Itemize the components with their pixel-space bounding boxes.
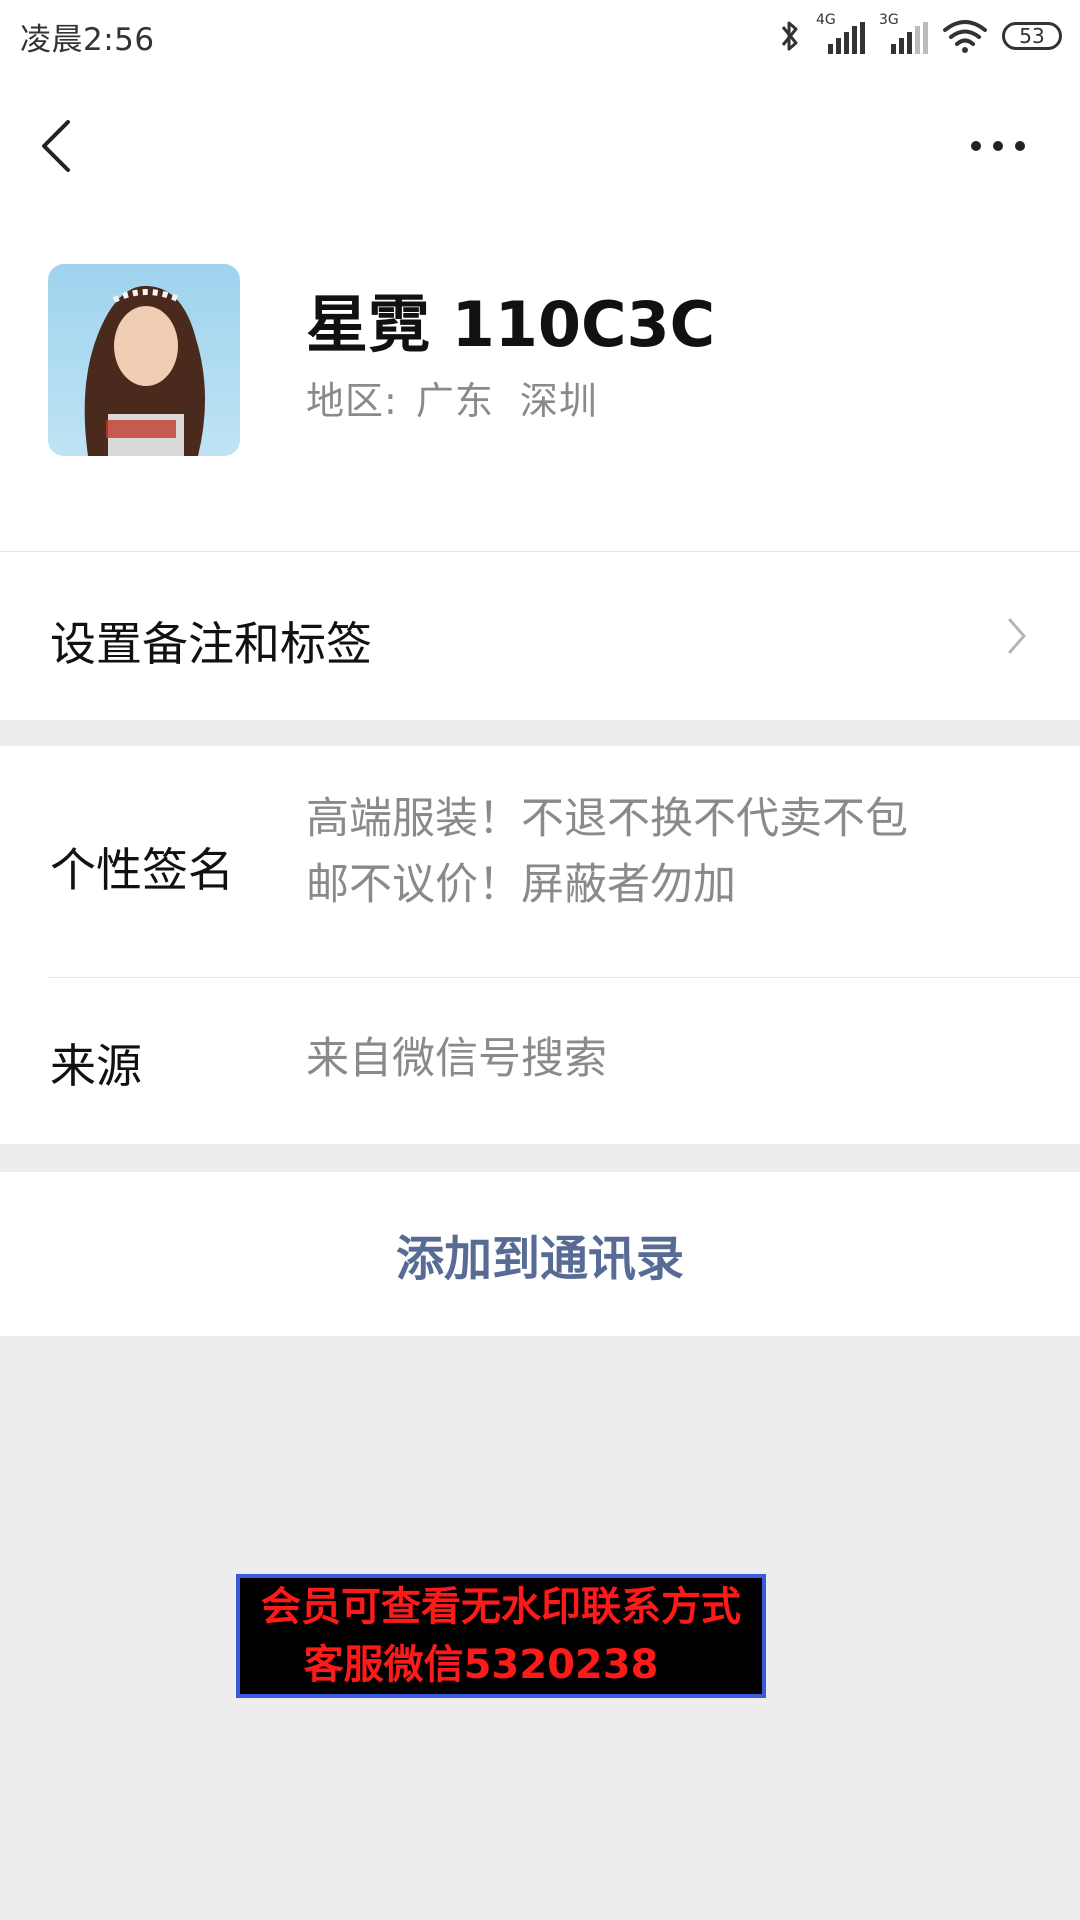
signature-label: 个性签名 (50, 843, 234, 897)
contact-name: 星霓 110C3C (306, 288, 716, 361)
watermark-banner: 会员可查看无水印联系方式 客服微信5320238 (236, 1574, 766, 1698)
status-icons: 4G 3G 53 (778, 12, 1062, 58)
nav-bar (0, 72, 1080, 212)
chevron-right-icon (1008, 618, 1026, 654)
add-to-contacts-button[interactable]: 添加到通讯录 (0, 1172, 1080, 1336)
region-label: 地区: (306, 379, 398, 423)
region-city: 深圳 (519, 379, 598, 423)
source-row: 来源 来自微信号搜索 (0, 978, 1080, 1144)
status-time: 凌晨2:56 (20, 22, 155, 58)
set-remark-label: 设置备注和标签 (50, 617, 372, 671)
cellular-signal-4g-icon: 4G (816, 12, 865, 54)
avatar[interactable] (48, 264, 240, 456)
region-province: 广东 (415, 379, 494, 423)
set-remark-row[interactable]: 设置备注和标签 (0, 552, 1080, 720)
battery-indicator: 53 (1002, 22, 1062, 50)
back-chevron-icon[interactable] (36, 116, 76, 176)
wifi-icon (943, 20, 987, 53)
profile-header: 星霓 110C3C 地区: 广东 深圳 (0, 212, 1080, 552)
signature-value: 高端服装！不退不换不代卖不包 邮不议价！屏蔽者勿加 (306, 794, 908, 910)
source-label: 来源 (50, 1039, 142, 1093)
watermark-line-2: 客服微信5320238 (303, 1642, 659, 1688)
bluetooth-icon (781, 21, 798, 51)
region-text: 地区: 广东 深圳 (306, 370, 598, 425)
more-options-icon[interactable] (968, 136, 1028, 156)
watermark-line-1: 会员可查看无水印联系方式 (261, 1584, 741, 1630)
add-to-contacts-label: 添加到通讯录 (395, 1231, 684, 1287)
source-value: 来自微信号搜索 (306, 1034, 607, 1084)
signature-row: 个性签名 高端服装！不退不换不代卖不包 邮不议价！屏蔽者勿加 (0, 746, 1080, 978)
status-bar: 凌晨2:56 4G 3G 53 (0, 0, 1080, 72)
cellular-signal-3g-icon: 3G (879, 12, 928, 54)
